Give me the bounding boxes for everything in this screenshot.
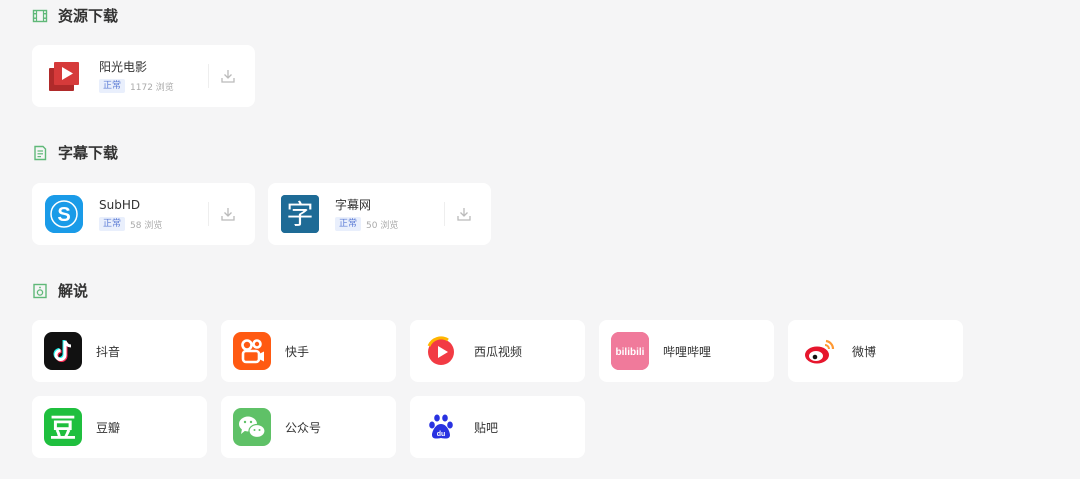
film-icon xyxy=(32,8,48,24)
section-title-subtitles: 字幕下载 xyxy=(32,142,118,163)
resource-card-sunshine-movie[interactable]: 阳光电影 正常 1172 浏览 xyxy=(32,45,255,107)
wechat-logo xyxy=(233,408,271,446)
link-name[interactable]: 哔哩哔哩 xyxy=(663,343,711,360)
view-count: 1172 浏览 xyxy=(130,82,174,93)
section-title-text: 资源下载 xyxy=(58,7,119,25)
sunshine-movie-logo xyxy=(45,57,83,95)
link-card-xigua[interactable]: 西瓜视频 xyxy=(410,320,585,382)
resource-card-subhd[interactable]: S SubHD 正常 58 浏览 xyxy=(32,183,255,245)
section-title-text: 字幕下载 xyxy=(58,144,119,162)
link-name[interactable]: 贴吧 xyxy=(474,419,498,436)
svg-text:豆: 豆 xyxy=(50,414,76,444)
download-button[interactable] xyxy=(455,205,473,223)
svg-text:S: S xyxy=(57,204,70,226)
weibo-logo xyxy=(800,332,838,370)
resource-name[interactable]: 字幕网 xyxy=(335,197,444,213)
section-title-text: 解说 xyxy=(58,282,89,300)
link-card-tieba[interactable]: du 贴吧 xyxy=(410,396,585,458)
link-card-wechat-official[interactable]: 公众号 xyxy=(221,396,396,458)
download-icon xyxy=(221,70,235,83)
link-name[interactable]: 快手 xyxy=(285,343,309,360)
bilibili-logo: bilibili xyxy=(611,332,649,370)
status-badge: 正常 xyxy=(99,217,126,231)
douban-logo: 豆 xyxy=(44,408,82,446)
resource-name[interactable]: 阳光电影 xyxy=(99,59,208,75)
tieba-logo: du xyxy=(422,408,460,446)
status-badge: 正常 xyxy=(99,79,126,93)
link-name[interactable]: 豆瓣 xyxy=(96,419,120,436)
divider xyxy=(208,64,209,88)
link-name[interactable]: 抖音 xyxy=(96,343,120,360)
link-name[interactable]: 微博 xyxy=(852,343,876,360)
link-name[interactable]: 西瓜视频 xyxy=(474,343,522,360)
speaker-icon xyxy=(32,283,48,299)
divider xyxy=(444,202,445,226)
svg-text:bilibili: bilibili xyxy=(616,347,645,358)
view-count: 50 浏览 xyxy=(366,220,399,231)
link-name[interactable]: 公众号 xyxy=(285,419,321,436)
download-button[interactable] xyxy=(219,205,237,223)
download-button[interactable] xyxy=(219,67,237,85)
link-card-douban[interactable]: 豆 豆瓣 xyxy=(32,396,207,458)
subhd-logo: S xyxy=(45,195,83,233)
status-badge: 正常 xyxy=(335,217,362,231)
link-card-kuaishou[interactable]: 快手 xyxy=(221,320,396,382)
zimu-logo: 字 xyxy=(281,195,319,233)
svg-text:字: 字 xyxy=(287,200,314,231)
svg-text:du: du xyxy=(437,431,446,438)
douyin-logo xyxy=(44,332,82,370)
document-icon xyxy=(32,145,48,161)
view-count: 58 浏览 xyxy=(130,220,163,231)
download-icon xyxy=(221,208,235,221)
download-icon xyxy=(457,208,471,221)
link-card-weibo[interactable]: 微博 xyxy=(788,320,963,382)
xigua-logo xyxy=(422,332,460,370)
resource-name[interactable]: SubHD xyxy=(99,197,208,213)
kuaishou-logo xyxy=(233,332,271,370)
link-card-bilibili[interactable]: bilibili 哔哩哔哩 xyxy=(599,320,774,382)
section-title-commentary: 解说 xyxy=(32,280,88,301)
divider xyxy=(208,202,209,226)
section-title-resources: 资源下载 xyxy=(32,5,118,26)
resource-card-zimu[interactable]: 字 字幕网 正常 50 浏览 xyxy=(268,183,491,245)
link-card-douyin[interactable]: 抖音 xyxy=(32,320,207,382)
